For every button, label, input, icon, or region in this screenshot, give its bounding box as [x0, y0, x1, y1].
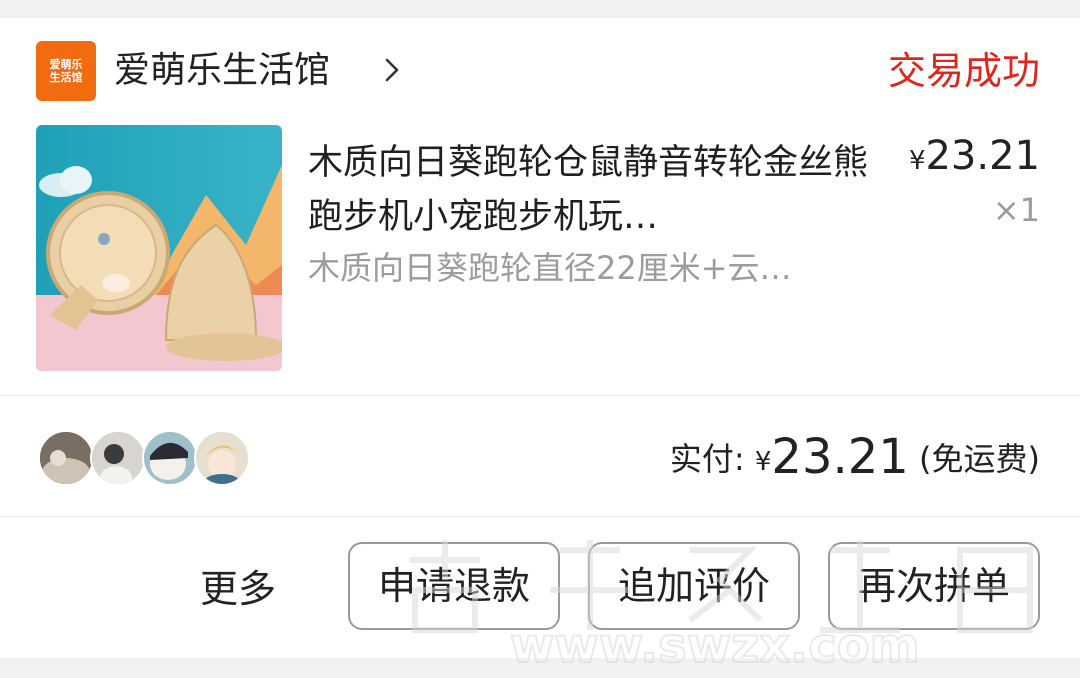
- rebuy-group-button[interactable]: 再次拼单: [828, 542, 1040, 630]
- payment-symbol: ¥: [754, 447, 772, 477]
- product-title[interactable]: 木质向日葵跑轮仓鼠静音转轮金丝熊跑步机小宠跑步机玩…: [308, 136, 868, 244]
- order-status: 交易成功: [887, 49, 1040, 93]
- divider: [0, 516, 1080, 517]
- shop-logo[interactable]: 爱萌乐生活馆: [36, 41, 96, 101]
- shop-name[interactable]: 爱萌乐生活馆: [114, 48, 330, 94]
- chevron-right-icon[interactable]: [378, 56, 406, 84]
- divider: [0, 395, 1080, 396]
- add-review-button[interactable]: 追加评价: [588, 542, 800, 630]
- order-card: 爱萌乐生活馆 爱萌乐生活馆 交易成功 木质向日葵跑轮仓鼠静音转轮金丝熊跑步机小宠…: [0, 18, 1080, 658]
- more-button[interactable]: 更多: [200, 566, 276, 612]
- product-spec: 木质向日葵跑轮直径22厘米+云…: [308, 249, 792, 287]
- product-image[interactable]: [36, 125, 282, 371]
- payment-summary: 实付: ¥23.21 (免运费): [670, 428, 1040, 491]
- product-quantity: ×1: [992, 191, 1040, 229]
- buyer-avatar-2: [90, 430, 146, 486]
- payment-amount: 23.21: [771, 429, 909, 485]
- product-price: ¥23.21: [909, 132, 1040, 185]
- refund-button[interactable]: 申请退款: [348, 542, 560, 630]
- price-symbol: ¥: [908, 146, 926, 176]
- buyer-avatar-1: [38, 430, 94, 486]
- price-value: 23.21: [925, 133, 1040, 179]
- payment-label: 实付:: [669, 440, 745, 478]
- buyer-avatar-3: [142, 430, 198, 486]
- shipping-note: (免运费): [919, 440, 1040, 478]
- buyer-avatar-4: [194, 430, 250, 486]
- shop-logo-text: 爱萌乐生活馆: [49, 58, 83, 84]
